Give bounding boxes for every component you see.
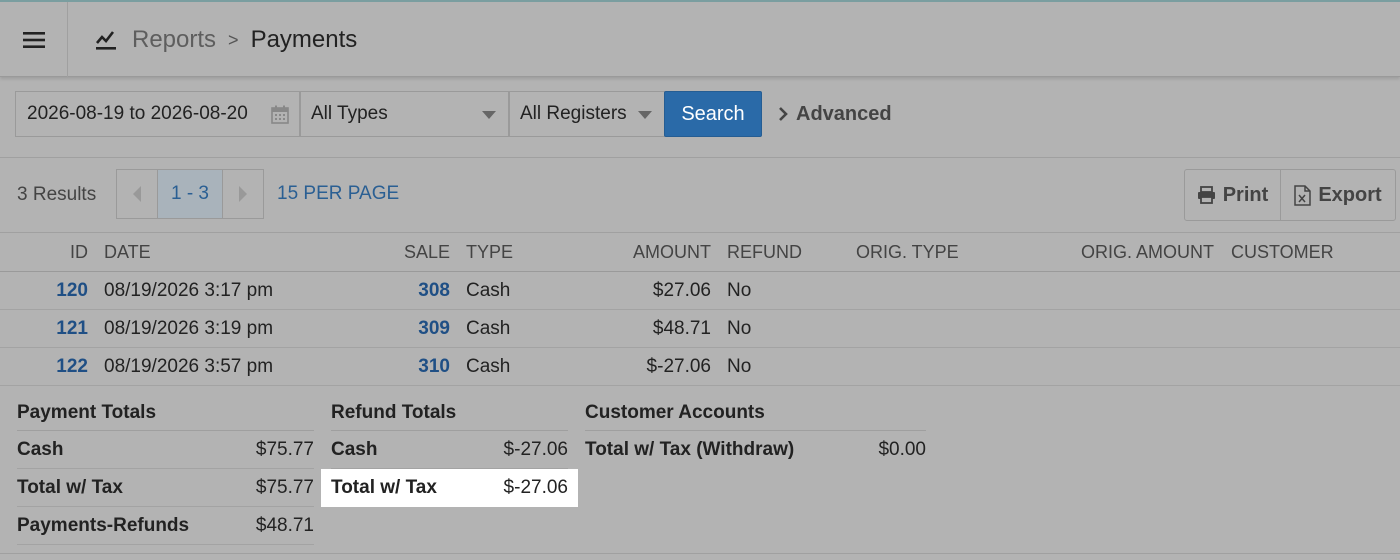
- register-select[interactable]: All Registers: [509, 91, 665, 137]
- sale-id-link[interactable]: 309: [380, 310, 450, 348]
- export-icon: [1294, 184, 1312, 206]
- customer-accounts-title: Customer Accounts: [585, 395, 926, 431]
- chevron-right-icon: [779, 107, 788, 121]
- payment-amount: $48.71: [652, 318, 711, 339]
- divider: [0, 553, 1400, 554]
- payment-date: 08/19/2026 3:19 pm: [104, 318, 274, 339]
- export-button[interactable]: Export: [1281, 170, 1395, 220]
- payment-refund: No: [727, 318, 752, 339]
- payment-type: Cash: [466, 356, 511, 377]
- totals-value: $-27.06: [503, 477, 568, 498]
- payment-id-link[interactable]: 120: [0, 272, 88, 310]
- reports-chart-icon: [96, 31, 116, 50]
- report-actions: Print Export: [1184, 169, 1396, 221]
- payment-date: 08/19/2026 3:57 pm: [104, 356, 274, 377]
- totals-label: Total w/ Tax (Withdraw): [585, 439, 795, 460]
- date-range-input[interactable]: 2026-08-19 to 2026-08-20: [15, 91, 300, 137]
- payment-id-link[interactable]: 121: [0, 310, 88, 348]
- refund-totals: Refund Totals Cash $-27.06 Total w/ Tax …: [321, 395, 578, 507]
- payment-totals: Payment Totals Cash $75.77 Total w/ Tax …: [17, 395, 314, 545]
- column-header-amount[interactable]: AMOUNT: [590, 234, 711, 272]
- column-header-orig-amount[interactable]: ORIG. AMOUNT: [1060, 234, 1214, 272]
- totals-value: $48.71: [255, 515, 314, 536]
- calendar-icon[interactable]: [271, 105, 289, 124]
- sale-id-link[interactable]: 308: [380, 272, 450, 310]
- next-page-button[interactable]: [223, 170, 263, 218]
- menu-button[interactable]: [0, 2, 68, 77]
- totals-value: $-27.06: [503, 439, 568, 460]
- pagination: 1 - 3: [116, 169, 264, 219]
- payment-date: 08/19/2026 3:17 pm: [104, 280, 274, 301]
- totals-label: Cash: [17, 439, 64, 460]
- advanced-toggle[interactable]: Advanced: [778, 91, 892, 137]
- customer-accounts-totals: Customer Accounts Total w/ Tax (Withdraw…: [585, 395, 926, 469]
- totals-label: Total w/ Tax: [331, 477, 437, 498]
- payment-amount: $-27.06: [646, 356, 711, 377]
- table-header: ID DATE SALE TYPE AMOUNT REFUND ORIG. TY…: [0, 234, 1400, 272]
- table-row: 122 08/19/2026 3:57 pm 310 Cash $-27.06 …: [0, 348, 1400, 386]
- column-header-date[interactable]: DATE: [104, 234, 151, 272]
- search-button[interactable]: Search: [664, 91, 762, 137]
- page-range[interactable]: 1 - 3: [157, 170, 223, 218]
- print-label: Print: [1222, 183, 1269, 206]
- export-label: Export: [1318, 183, 1382, 206]
- prev-page-icon: [133, 186, 141, 202]
- totals-label: Cash: [331, 439, 378, 460]
- column-header-type[interactable]: TYPE: [466, 234, 513, 272]
- register-select-value: All Registers: [520, 103, 627, 124]
- column-header-id[interactable]: ID: [0, 234, 88, 272]
- page-title: Payments: [250, 26, 358, 53]
- chevron-down-icon: [638, 111, 652, 119]
- totals-row: Total w/ Tax (Withdraw) $0.00: [585, 431, 926, 469]
- payment-refund: No: [727, 356, 752, 377]
- advanced-label: Advanced: [796, 102, 892, 125]
- payment-type: Cash: [466, 280, 511, 301]
- payment-totals-title: Payment Totals: [17, 395, 314, 431]
- print-icon: [1197, 186, 1215, 204]
- table-row: 120 08/19/2026 3:17 pm 308 Cash $27.06 N…: [0, 272, 1400, 310]
- type-select-value: All Types: [311, 103, 388, 124]
- sale-id-link[interactable]: 310: [380, 348, 450, 386]
- totals-row: Payments-Refunds $48.71: [17, 507, 314, 545]
- per-page-selector[interactable]: 15 PER PAGE: [277, 183, 399, 205]
- payment-id-link[interactable]: 122: [0, 348, 88, 386]
- totals-value: $0.00: [878, 439, 926, 460]
- column-header-orig-type[interactable]: ORIG. TYPE: [856, 234, 959, 272]
- column-header-sale[interactable]: SALE: [380, 234, 450, 272]
- refund-totals-title: Refund Totals: [331, 395, 568, 431]
- totals-label: Total w/ Tax: [17, 477, 123, 498]
- column-header-refund[interactable]: REFUND: [727, 234, 802, 272]
- breadcrumb-separator: >: [228, 29, 239, 50]
- highlighted-totals-row: Total w/ Tax $-27.06: [321, 469, 578, 507]
- top-bar: Reports > Payments: [0, 0, 1400, 77]
- column-header-customer[interactable]: CUSTOMER: [1231, 234, 1334, 272]
- payment-refund: No: [727, 280, 752, 301]
- payments-table: ID DATE SALE TYPE AMOUNT REFUND ORIG. TY…: [0, 234, 1400, 386]
- menu-icon: [22, 31, 45, 48]
- results-bar: 3 Results 1 - 3 15 PER PAGE Print Export: [0, 158, 1400, 233]
- payment-amount: $27.06: [652, 280, 711, 301]
- next-page-icon: [239, 186, 247, 202]
- table-row: 121 08/19/2026 3:19 pm 309 Cash $48.71 N…: [0, 310, 1400, 348]
- totals-row: Cash $75.77: [17, 431, 314, 469]
- results-count: 3 Results: [17, 184, 97, 205]
- filter-bar: 2026-08-19 to 2026-08-20 All Types All R…: [0, 78, 1400, 158]
- type-select[interactable]: All Types: [300, 91, 509, 137]
- totals-value: $75.77: [255, 439, 314, 460]
- breadcrumb: Reports > Payments: [94, 20, 357, 60]
- date-range-value: 2026-08-19 to 2026-08-20: [27, 103, 248, 124]
- totals-row: Cash $-27.06: [331, 431, 568, 469]
- payment-type: Cash: [466, 318, 511, 339]
- totals-value: $75.77: [255, 477, 314, 498]
- chevron-down-icon: [482, 111, 496, 119]
- breadcrumb-reports-link[interactable]: Reports: [132, 26, 216, 54]
- totals-row: Total w/ Tax $75.77: [17, 469, 314, 507]
- print-button[interactable]: Print: [1185, 170, 1281, 220]
- totals-label: Payments-Refunds: [17, 515, 190, 536]
- prev-page-button[interactable]: [117, 170, 157, 218]
